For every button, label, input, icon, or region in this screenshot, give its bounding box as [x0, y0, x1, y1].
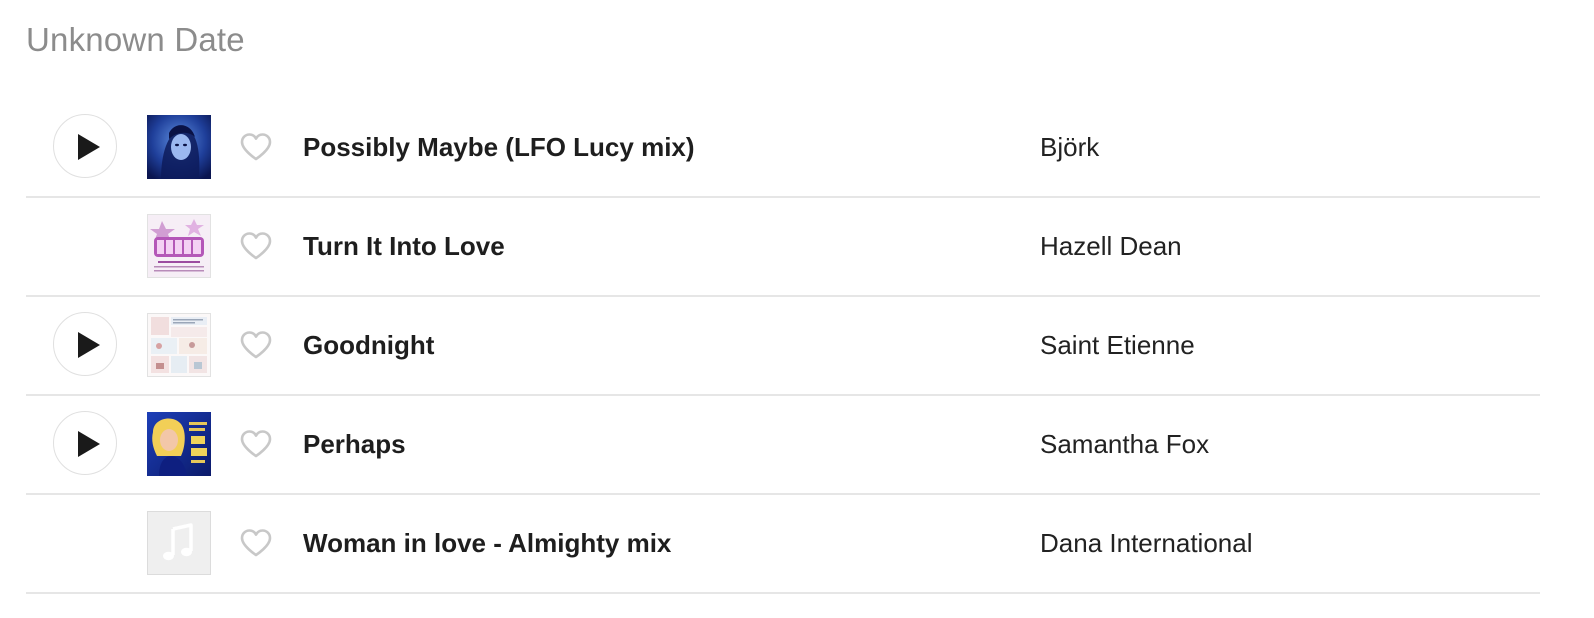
play-icon	[78, 134, 100, 160]
track-title[interactable]: Woman in love - Almighty mix	[303, 523, 671, 563]
track-row: Perhaps Samantha Fox	[26, 396, 1540, 495]
play-button[interactable]	[53, 312, 117, 376]
track-row: Possibly Maybe (LFO Lucy mix) Björk	[26, 99, 1540, 198]
album-cover[interactable]	[147, 511, 211, 575]
track-list: Possibly Maybe (LFO Lucy mix) Björk Turn…	[26, 99, 1540, 594]
heart-outline-icon	[240, 430, 272, 458]
track-artist[interactable]: Saint Etienne	[1040, 325, 1195, 365]
track-artist[interactable]: Samantha Fox	[1040, 424, 1209, 464]
track-artist[interactable]: Dana International	[1040, 523, 1252, 563]
album-cover-illustrated-panels	[148, 314, 210, 376]
album-cover[interactable]	[147, 313, 211, 377]
play-button[interactable]	[53, 114, 117, 178]
album-cover-girls-compilation	[148, 215, 210, 277]
favorite-button[interactable]	[239, 330, 273, 360]
play-button[interactable]	[53, 411, 117, 475]
track-title[interactable]: Turn It Into Love	[303, 226, 505, 266]
track-artist[interactable]: Björk	[1040, 127, 1099, 167]
album-cover[interactable]	[147, 115, 211, 179]
play-icon	[78, 431, 100, 457]
track-artist[interactable]: Hazell Dean	[1040, 226, 1182, 266]
play-icon	[78, 332, 100, 358]
favorite-button[interactable]	[239, 231, 273, 261]
heart-outline-icon	[240, 133, 272, 161]
track-row: Woman in love - Almighty mix Dana Intern…	[26, 495, 1540, 594]
heart-outline-icon	[240, 232, 272, 260]
track-title[interactable]: Perhaps	[303, 424, 406, 464]
favorite-button[interactable]	[239, 132, 273, 162]
favorite-button[interactable]	[239, 528, 273, 558]
recently-played-page: Unknown Date Possibly Maybe (LFO Lucy mi…	[0, 0, 1594, 618]
track-row: Turn It Into Love Hazell Dean	[26, 198, 1540, 297]
album-cover-blue-portrait	[147, 115, 211, 179]
music-note-placeholder-icon	[148, 512, 210, 574]
heart-outline-icon	[240, 331, 272, 359]
section-title: Unknown Date	[26, 21, 245, 58]
track-title[interactable]: Possibly Maybe (LFO Lucy mix)	[303, 127, 695, 167]
album-cover-samantha-fox	[147, 412, 211, 476]
album-cover[interactable]	[147, 412, 211, 476]
favorite-button[interactable]	[239, 429, 273, 459]
track-row: Goodnight Saint Etienne	[26, 297, 1540, 396]
album-cover[interactable]	[147, 214, 211, 278]
track-title[interactable]: Goodnight	[303, 325, 434, 365]
heart-outline-icon	[240, 529, 272, 557]
